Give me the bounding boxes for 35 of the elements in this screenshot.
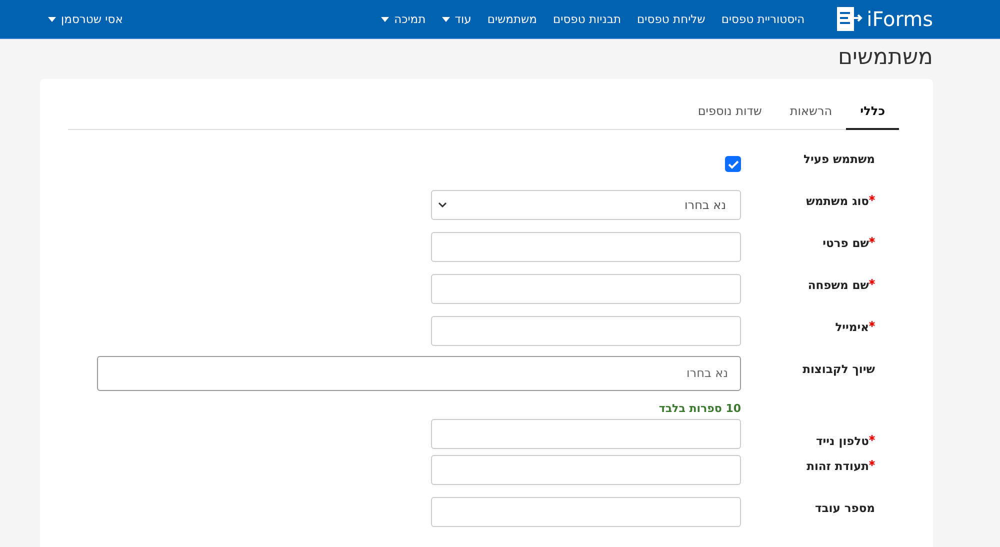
input-field[interactable]: [431, 419, 741, 449]
checkbox[interactable]: [725, 156, 741, 172]
field-label: שם משפחה: [765, 268, 875, 292]
nav-link[interactable]: תמיכה: [373, 12, 434, 26]
logo-text: iForms: [866, 7, 933, 31]
tab[interactable]: הרשאות: [776, 97, 846, 130]
tab[interactable]: כללי: [846, 97, 899, 130]
select-field[interactable]: נא בחרו: [431, 190, 741, 220]
field-label: משתמש פעיל: [802, 151, 875, 166]
field-label: אימייל: [765, 310, 875, 334]
nav-link[interactable]: משתמשים: [479, 12, 545, 26]
input-field[interactable]: [431, 497, 741, 527]
user-menu[interactable]: אסי שטרסמן: [40, 12, 131, 26]
field-label: טלפון נייד: [765, 402, 875, 448]
logo-icon: [836, 7, 863, 31]
check-icon: [728, 160, 738, 168]
nav-link[interactable]: היסטוריית טפסים: [713, 12, 813, 26]
page-title: משתמשים: [836, 44, 934, 72]
input-field[interactable]: [431, 232, 741, 262]
field-label: סוג משתמש: [765, 184, 875, 208]
input-field[interactable]: [431, 316, 741, 346]
nav-link[interactable]: עוד: [434, 12, 480, 26]
tab[interactable]: שדות נוספים: [684, 97, 776, 130]
nav-link[interactable]: שליחת טפסים: [629, 12, 714, 26]
multiselect-field[interactable]: נא בחרו: [97, 356, 741, 390]
caret-icon: [48, 16, 56, 22]
field-label: תעודת זהות: [765, 449, 875, 473]
chevron-icon: [438, 202, 447, 208]
hint-text: 10 ספרות בלבד: [658, 402, 741, 415]
input-field[interactable]: [431, 274, 741, 304]
input-field[interactable]: [431, 455, 741, 485]
field-label: מספר עובד: [814, 500, 875, 515]
field-label: שיוך לקבוצות: [802, 361, 875, 376]
field-label: שם פרטי: [765, 226, 875, 250]
nav-link[interactable]: תבניות טפסים: [545, 12, 630, 26]
